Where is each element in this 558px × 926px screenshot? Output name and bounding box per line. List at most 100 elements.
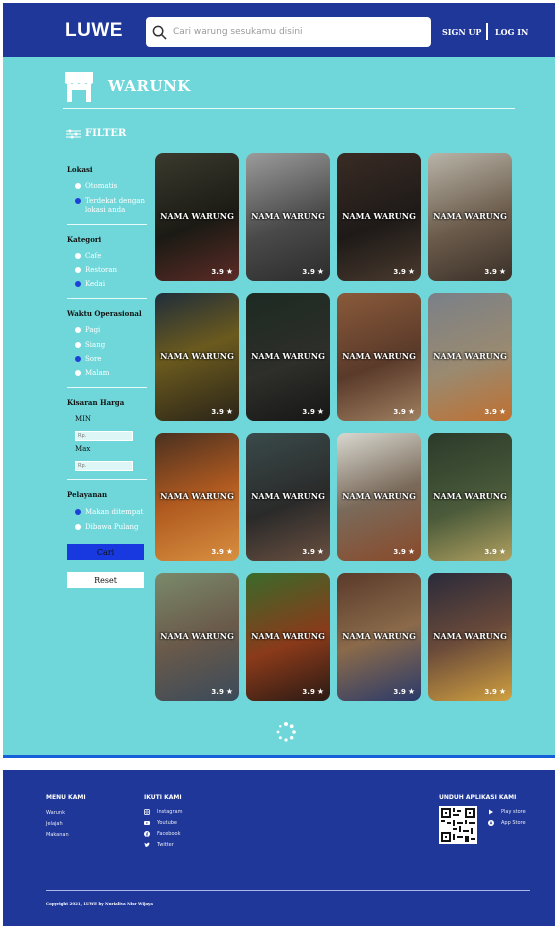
warung-card[interactable]: NAMA WARUNG 3.9 ★ — [155, 573, 239, 701]
option-kedai[interactable]: Kedai — [75, 280, 105, 289]
radio-dot-selected[interactable] — [75, 198, 81, 204]
warung-card[interactable]: NAMA WARUNG 3.9 ★ — [246, 293, 330, 421]
min-price-input[interactable] — [75, 431, 133, 441]
brand-logo[interactable]: LUWE — [65, 20, 123, 42]
warung-rating: 3.9 ★ — [393, 687, 415, 696]
social-instagram[interactable]: Instagram — [144, 809, 182, 815]
warung-card[interactable]: NAMA WARUNG 3.9 ★ — [337, 153, 421, 281]
warung-name: NAMA WARUNG — [160, 351, 234, 361]
warung-card[interactable]: NAMA WARUNG 3.9 ★ — [428, 433, 512, 561]
warung-rating: 3.9 ★ — [211, 687, 233, 696]
checkbox-dot[interactable] — [75, 253, 81, 259]
app-download-title: UNDUH APLIKASI KAMI — [439, 794, 517, 801]
warung-rating: 3.9 ★ — [211, 407, 233, 416]
warung-rating: 3.9 ★ — [302, 407, 324, 416]
checkbox-dot[interactable] — [75, 342, 81, 348]
page-title: WARUNK — [108, 77, 191, 95]
warung-card[interactable]: NAMA WARUNG 3.9 ★ — [337, 573, 421, 701]
warung-name: NAMA WARUNG — [433, 351, 507, 361]
sign-up-link[interactable]: SIGN UP — [442, 27, 481, 37]
harga-title: Kisaran Harga — [67, 398, 125, 407]
option-pagi[interactable]: Pagi — [75, 326, 100, 335]
star-icon: ★ — [316, 407, 324, 416]
warung-rating: 3.9 ★ — [484, 267, 506, 276]
option-cafe[interactable]: Cafe — [75, 252, 101, 261]
star-icon: ★ — [498, 687, 506, 696]
option-restoran[interactable]: Restoran — [75, 266, 117, 275]
warung-rating: 3.9 ★ — [302, 687, 324, 696]
star-icon: ★ — [407, 687, 415, 696]
search-filter-button[interactable]: Cari — [67, 544, 144, 560]
option-sore[interactable]: Sore — [75, 355, 102, 364]
star-icon: ★ — [225, 407, 233, 416]
instagram-icon — [144, 809, 150, 815]
play-store-link[interactable]: Play store — [488, 809, 526, 815]
warung-rating: 3.9 ★ — [211, 267, 233, 276]
warung-card[interactable]: NAMA WARUNG 3.9 ★ — [246, 153, 330, 281]
social-facebook[interactable]: Facebook — [144, 831, 181, 837]
warung-card[interactable]: NAMA WARUNG 3.9 ★ — [246, 573, 330, 701]
warung-card[interactable]: NAMA WARUNG 3.9 ★ — [428, 573, 512, 701]
warung-name: NAMA WARUNG — [342, 491, 416, 501]
warung-card[interactable]: NAMA WARUNG 3.9 ★ — [155, 293, 239, 421]
loading-spinner-icon — [276, 722, 296, 742]
warung-rating: 3.9 ★ — [302, 547, 324, 556]
app-store-link[interactable]: App Store — [488, 820, 526, 826]
checkbox-dot[interactable] — [75, 524, 81, 530]
lokasi-title: Lokasi — [67, 165, 93, 174]
warung-rating: 3.9 ★ — [484, 687, 506, 696]
footer-link-jelajah[interactable]: Jelajah — [46, 821, 63, 827]
warung-card[interactable]: NAMA WARUNG 3.9 ★ — [246, 433, 330, 561]
search-bar[interactable] — [146, 17, 431, 47]
copyright-text: Copyright 2021, LUWE by Nurialiva Nisr W… — [46, 901, 153, 906]
star-icon: ★ — [225, 687, 233, 696]
warung-rating: 3.9 ★ — [393, 547, 415, 556]
warung-card[interactable]: NAMA WARUNG 3.9 ★ — [428, 153, 512, 281]
search-input[interactable] — [173, 27, 423, 37]
option-otomatis[interactable]: Otomatis — [75, 182, 117, 191]
checkbox-dot-selected[interactable] — [75, 356, 81, 362]
star-icon: ★ — [407, 407, 415, 416]
checkbox-dot[interactable] — [75, 370, 81, 376]
footer-accent-line — [3, 755, 555, 758]
checkbox-dot[interactable] — [75, 267, 81, 273]
menu-title: MENU KAMI — [46, 794, 86, 801]
warung-name: NAMA WARUNG — [160, 491, 234, 501]
option-makan-ditempat[interactable]: Makan ditempat — [75, 508, 143, 517]
reset-filter-button[interactable]: Reset — [67, 572, 144, 588]
warung-card[interactable]: NAMA WARUNG 3.9 ★ — [155, 153, 239, 281]
star-icon: ★ — [407, 547, 415, 556]
warung-name: NAMA WARUNG — [342, 351, 416, 361]
warung-rating: 3.9 ★ — [393, 407, 415, 416]
checkbox-dot-selected[interactable] — [75, 281, 81, 287]
star-icon: ★ — [407, 267, 415, 276]
social-youtube[interactable]: Youtube — [144, 820, 177, 826]
auth-divider — [486, 23, 488, 40]
play-store-icon — [489, 809, 493, 815]
log-in-link[interactable]: LOG IN — [495, 27, 528, 37]
checkbox-dot[interactable] — [75, 327, 81, 333]
option-malam[interactable]: Malam — [75, 369, 109, 378]
app-store-icon — [488, 820, 494, 826]
warung-rating: 3.9 ★ — [484, 547, 506, 556]
option-terdekat[interactable]: Terdekat dengan lokasi anda — [75, 197, 159, 215]
footer-link-makanan[interactable]: Makanan — [46, 832, 69, 838]
warung-card[interactable]: NAMA WARUNG 3.9 ★ — [337, 293, 421, 421]
warung-name: NAMA WARUNG — [251, 491, 325, 501]
warung-name: NAMA WARUNG — [160, 211, 234, 221]
option-dibawa-pulang[interactable]: Dibawa Pulang — [75, 523, 139, 532]
checkbox-dot-selected[interactable] — [75, 509, 81, 515]
radio-dot[interactable] — [75, 183, 81, 189]
star-icon: ★ — [316, 267, 324, 276]
option-siang[interactable]: Siang — [75, 341, 105, 350]
max-price-input[interactable] — [75, 461, 133, 471]
warung-card[interactable]: NAMA WARUNG 3.9 ★ — [428, 293, 512, 421]
pelayanan-title: Pelayanan — [67, 490, 108, 499]
warung-card[interactable]: NAMA WARUNG 3.9 ★ — [155, 433, 239, 561]
warung-card[interactable]: NAMA WARUNG 3.9 ★ — [337, 433, 421, 561]
top-navbar: LUWE SIGN UP LOG IN — [3, 3, 555, 57]
social-twitter[interactable]: Twitter — [144, 842, 174, 848]
footer-link-warunk[interactable]: Warunk — [46, 810, 65, 816]
facebook-icon — [144, 831, 150, 837]
waktu-title: Waktu Operasional — [67, 309, 142, 318]
